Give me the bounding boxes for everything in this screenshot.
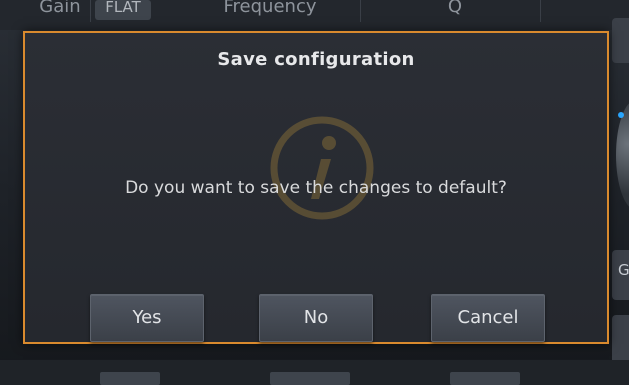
dialog-title: Save configuration <box>217 49 415 70</box>
save-configuration-dialog: Save configuration Do you want to save t… <box>23 31 609 344</box>
info-icon <box>270 116 374 220</box>
background-bottom-chip-1 <box>100 372 160 385</box>
background-right-label: G <box>618 261 629 279</box>
cancel-button[interactable]: Cancel <box>431 294 545 342</box>
background-header-strip: Gain FLAT Frequency Q <box>0 0 629 30</box>
background-header-frequency: Frequency <box>180 0 361 22</box>
background-right-button-mid: G <box>612 250 629 300</box>
background-right-button-top <box>612 18 629 63</box>
background-gain-chip: FLAT <box>95 0 151 20</box>
background-header-gain: Gain <box>30 0 91 22</box>
background-header-q: Q <box>370 0 541 22</box>
no-button[interactable]: No <box>259 294 373 342</box>
background-bottom-chip-3 <box>450 372 520 385</box>
background-bottom-chip-2 <box>270 372 350 385</box>
dialog-message: Do you want to save the changes to defau… <box>125 178 507 198</box>
background-right-button-bottom <box>612 315 629 365</box>
yes-button[interactable]: Yes <box>90 294 204 342</box>
background-indicator-dot <box>618 112 624 118</box>
